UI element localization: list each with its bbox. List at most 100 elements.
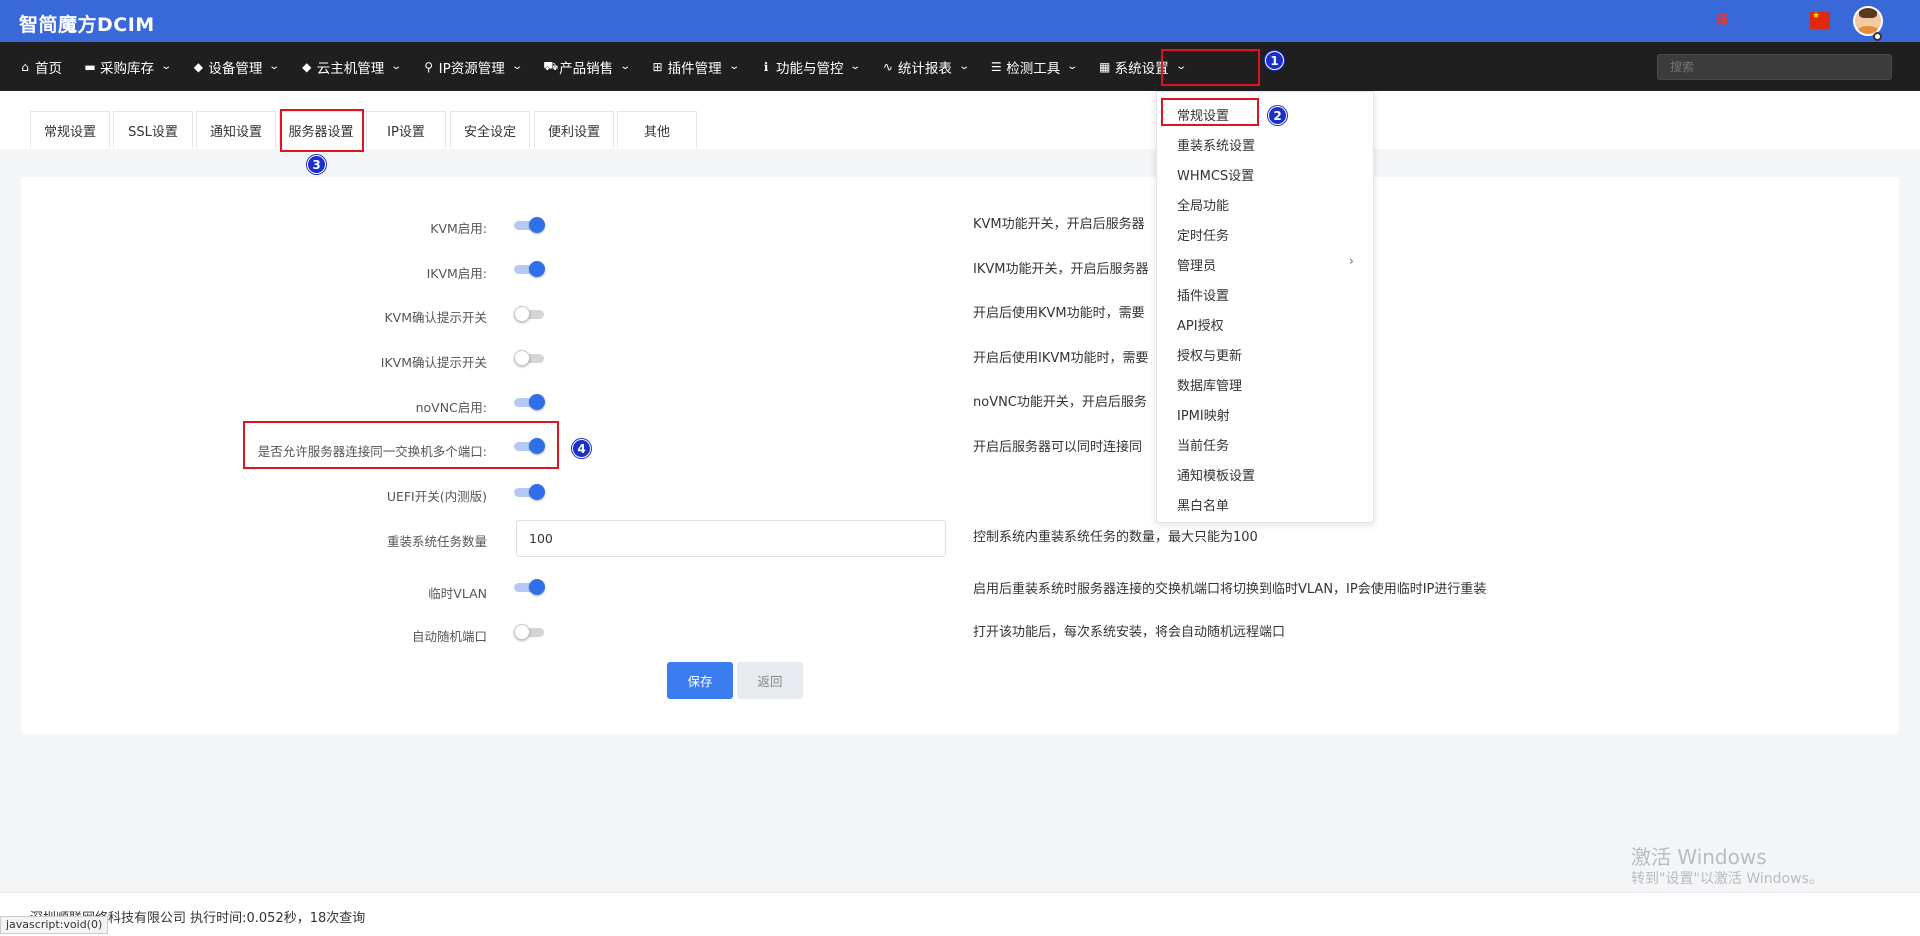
th-large-icon: ▦ [1098,59,1111,74]
nav-item-label: 云主机管理 [316,60,385,77]
kvm-enable-toggle[interactable] [514,217,545,233]
dropdown-item-plugin-settings[interactable]: 插件设置 [1177,285,1229,304]
ikvm-enable-toggle[interactable] [514,261,545,277]
inbox-icon: ▬ [84,59,96,74]
tab-ip-settings[interactable]: IP设置 [366,111,446,148]
random-port-label: 自动随机端口 [411,629,487,644]
save-button[interactable]: 保存 [667,662,733,699]
nav-item-label: 首页 [35,60,62,77]
novnc-enable-help: noVNC功能开关，开启后服务 [973,395,1147,410]
dropdown-item-database-management[interactable]: 数据库管理 [1177,375,1242,394]
dropdown-item-notification-templates[interactable]: 通知模板设置 [1177,465,1255,484]
tab-other[interactable]: 其他 [617,111,697,148]
uefi-toggle[interactable] [514,484,545,500]
dropdown-item-scheduled-tasks[interactable]: 定时任务 [1177,225,1229,244]
main-navbar: ⌂ 首页 ▬ 采购库存 ⌄ ◆ 设备管理 ⌄ ◆ 云主机管理 ⌄ ⚲ IP资源管… [0,42,1920,91]
info-icon: ℹ [763,59,769,74]
nav-item-plugins[interactable]: ⊞ 插件管理 ⌄ [652,42,748,91]
tab-notification-settings[interactable]: 通知设置 [196,111,276,148]
cart-icon: ⛟ [543,58,559,73]
novnc-enable-toggle[interactable] [514,394,545,410]
dropdown-item-reinstall-settings[interactable]: 重装系统设置 [1177,135,1255,154]
reinstall-tasks-help: 控制系统内重装系统任务的数量，最大只能为100 [973,530,1258,545]
search-input[interactable] [1657,54,1892,80]
nav-menu: ⌂ 首页 ▬ 采购库存 ⌄ ◆ 设备管理 ⌄ ◆ 云主机管理 ⌄ ⚲ IP资源管… [0,42,1207,91]
status-bar-url: javascript:void(0) [0,916,109,934]
temp-vlan-label: 临时VLAN [428,586,487,601]
annotation-badge-4: 4 [572,439,591,458]
chevron-down-icon: ⌄ [849,61,862,72]
windows-watermark-subtitle: 转到"设置"以激活 Windows。 [1631,871,1823,887]
brand-logo[interactable]: 智简魔方DCIM [19,10,155,37]
nav-item-label: 采购库存 [100,60,154,77]
grid-icon: ⊞ [652,59,663,74]
dropdown-item-license-update[interactable]: 授权与更新 [1177,345,1242,364]
highlight-general-settings [1161,98,1259,126]
random-port-help: 打开该功能后，每次系统安装，将会自动随机远程端口 [973,625,1286,640]
list-icon: ☰ [990,59,1002,74]
nav-item-home[interactable]: ⌂ 首页 [19,42,72,91]
china-flag-icon[interactable] [1810,11,1830,29]
annotation-badge-2: 2 [1268,106,1287,125]
kvm-enable-label: KVM启用: [430,221,487,236]
dropdown-item-whmcs-settings[interactable]: WHMCS设置 [1177,165,1254,184]
kvm-confirm-help: 开启后使用KVM功能时，需要 [973,306,1145,321]
nav-item-features-control[interactable]: ℹ 功能与管控 ⌄ [760,42,870,91]
nav-item-label: 设备管理 [208,60,263,77]
line-chart-icon: ∿ [882,59,893,74]
ikvm-confirm-label: IKVM确认提示开关 [380,355,487,370]
annotation-badge-1: 1 [1265,51,1284,70]
nav-item-reports[interactable]: ∿ 统计报表 ⌄ [882,42,978,91]
windows-watermark-title: 激活 Windows [1631,845,1767,869]
nav-item-cloud-host[interactable]: ◆ 云主机管理 ⌄ [301,42,411,91]
translate-icon[interactable]: 译 [1712,12,1732,29]
dropdown-item-administrators[interactable]: 管理员 [1177,255,1216,274]
top-header: 智简魔方DCIM 译 [0,0,1920,42]
home-icon: ⌂ [21,59,29,74]
cube-icon: ◆ [302,59,312,74]
chevron-down-icon: ⌄ [727,61,740,72]
dropdown-item-global-features[interactable]: 全局功能 [1177,195,1229,214]
nav-item-product-sales[interactable]: ⛟ 产品销售 ⌄ [543,42,639,91]
highlight-system-settings [1161,49,1260,86]
nav-item-detection-tools[interactable]: ☰ 检测工具 ⌄ [990,42,1086,91]
dropdown-item-api-authorization[interactable]: API授权 [1177,315,1224,334]
temp-vlan-toggle[interactable] [514,579,545,595]
reinstall-tasks-input[interactable] [516,520,946,557]
chevron-down-icon: ⌄ [390,61,403,72]
chevron-down-icon: ⌄ [511,61,523,72]
tab-ssl-settings[interactable]: SSL设置 [113,111,193,148]
nav-item-label: 统计报表 [897,60,952,77]
dropdown-item-ipmi-mapping[interactable]: IPMI映射 [1177,405,1230,424]
tab-security-settings[interactable]: 安全设定 [450,111,530,148]
uefi-label: UEFI开关(内测版) [386,489,487,504]
chevron-right-icon: › [1349,254,1354,268]
back-button[interactable]: 返回 [737,662,803,699]
kvm-enable-help: KVM功能开关，开启后服务器 [973,217,1145,232]
nav-item-purchase-inventory[interactable]: ▬ 采购库存 ⌄ [84,42,180,91]
chevron-down-icon: ⌄ [1066,61,1079,72]
temp-vlan-help: 启用后重装系统时服务器连接的交换机端口将切换到临时VLAN，IP会使用临时IP进… [973,582,1487,597]
tab-general-settings[interactable]: 常规设置 [30,111,110,148]
kvm-confirm-toggle[interactable] [514,306,544,322]
nav-item-device-management[interactable]: ◆ 设备管理 ⌄ [192,42,288,91]
tab-convenience-settings[interactable]: 便利设置 [534,111,614,148]
highlight-multi-port-setting [243,421,559,469]
nav-item-label: 检测工具 [1006,60,1061,77]
dropdown-item-current-tasks[interactable]: 当前任务 [1177,435,1229,454]
ikvm-enable-help: IKVM功能开关，开启后服务器 [973,262,1149,277]
cube-icon: ◆ [193,59,203,74]
kvm-confirm-label: KVM确认提示开关 [384,310,487,325]
ikvm-confirm-toggle[interactable] [514,350,544,366]
system-settings-dropdown [1156,91,1374,523]
ikvm-confirm-help: 开启后使用IKVM功能时，需要 [973,351,1149,366]
novnc-enable-label: noVNC启用: [415,400,487,415]
nav-item-label: 插件管理 [667,60,722,77]
chevron-down-icon: ⌄ [958,61,970,72]
random-port-toggle[interactable] [514,624,544,640]
ikvm-enable-label: IKVM启用: [426,266,487,281]
nav-item-ip-resources[interactable]: ⚲ IP资源管理 ⌄ [423,42,532,91]
chevron-down-icon: ⌄ [268,61,281,72]
multi-port-help: 开启后服务器可以同时连接同 [973,440,1143,455]
dropdown-item-black-white-list[interactable]: 黑白名单 [1177,495,1229,514]
